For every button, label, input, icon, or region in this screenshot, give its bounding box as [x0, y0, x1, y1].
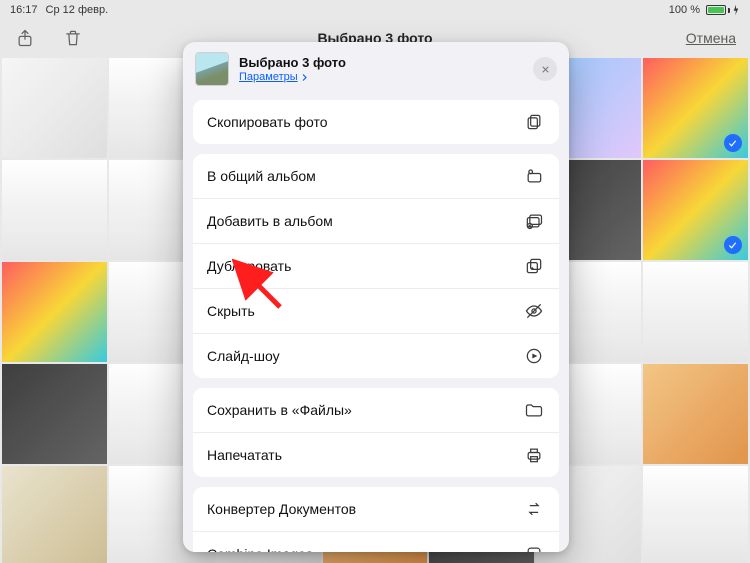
action-add-to-album[interactable]: Добавить в альбом [193, 199, 559, 244]
action-label: Скрыть [207, 303, 523, 319]
play-circle-icon [523, 345, 545, 367]
screen: 16:17 Ср 12 февр. 100 % В [0, 0, 750, 563]
share-sheet: Выбрано 3 фото Параметры Скопировать фот… [183, 42, 569, 552]
action-label: Конвертер Документов [207, 501, 523, 517]
action-hide[interactable]: Скрыть [193, 289, 559, 334]
action-shared-album[interactable]: В общий альбом [193, 154, 559, 199]
sheet-title: Выбрано 3 фото [239, 55, 346, 70]
printer-icon [523, 444, 545, 466]
action-duplicate[interactable]: Дублировать [193, 244, 559, 289]
shared-album-icon [523, 165, 545, 187]
action-group-3: Сохранить в «Файлы» Напечатать [193, 388, 559, 477]
action-doc-converter[interactable]: Конвертер Документов [193, 487, 559, 532]
copy-stack-icon [523, 111, 545, 133]
action-label: В общий альбом [207, 168, 523, 184]
action-combine-images[interactable]: Combine Images [193, 532, 559, 552]
sheet-header: Выбрано 3 фото Параметры [183, 42, 569, 100]
album-plus-icon [523, 210, 545, 232]
action-label: Дублировать [207, 258, 523, 274]
action-label: Добавить в альбом [207, 213, 523, 229]
action-group-4: Конвертер Документов Combine Images File… [193, 487, 559, 552]
duplicate-icon [523, 255, 545, 277]
action-label: Скопировать фото [207, 114, 523, 130]
action-label: Слайд-шоу [207, 348, 523, 364]
action-label: Напечатать [207, 447, 523, 463]
action-copy-photo[interactable]: Скопировать фото [193, 100, 559, 144]
action-slideshow[interactable]: Слайд-шоу [193, 334, 559, 378]
action-group-1: Скопировать фото [193, 100, 559, 144]
folder-icon [523, 399, 545, 421]
sheet-preview-thumb [195, 52, 229, 86]
square-icon [523, 543, 545, 552]
action-label: Combine Images [207, 546, 523, 552]
action-label: Сохранить в «Файлы» [207, 402, 523, 418]
sheet-options-label: Параметры [239, 71, 298, 83]
sheet-options-link[interactable]: Параметры [239, 71, 346, 83]
action-group-2: В общий альбом Добавить в альбом Дублиро… [193, 154, 559, 378]
eye-slash-icon [523, 300, 545, 322]
swap-arrows-icon [523, 498, 545, 520]
action-save-to-files[interactable]: Сохранить в «Файлы» [193, 388, 559, 433]
action-print[interactable]: Напечатать [193, 433, 559, 477]
sheet-body[interactable]: Скопировать фото В общий альбом Добавить… [183, 100, 569, 552]
close-button[interactable] [533, 57, 557, 81]
